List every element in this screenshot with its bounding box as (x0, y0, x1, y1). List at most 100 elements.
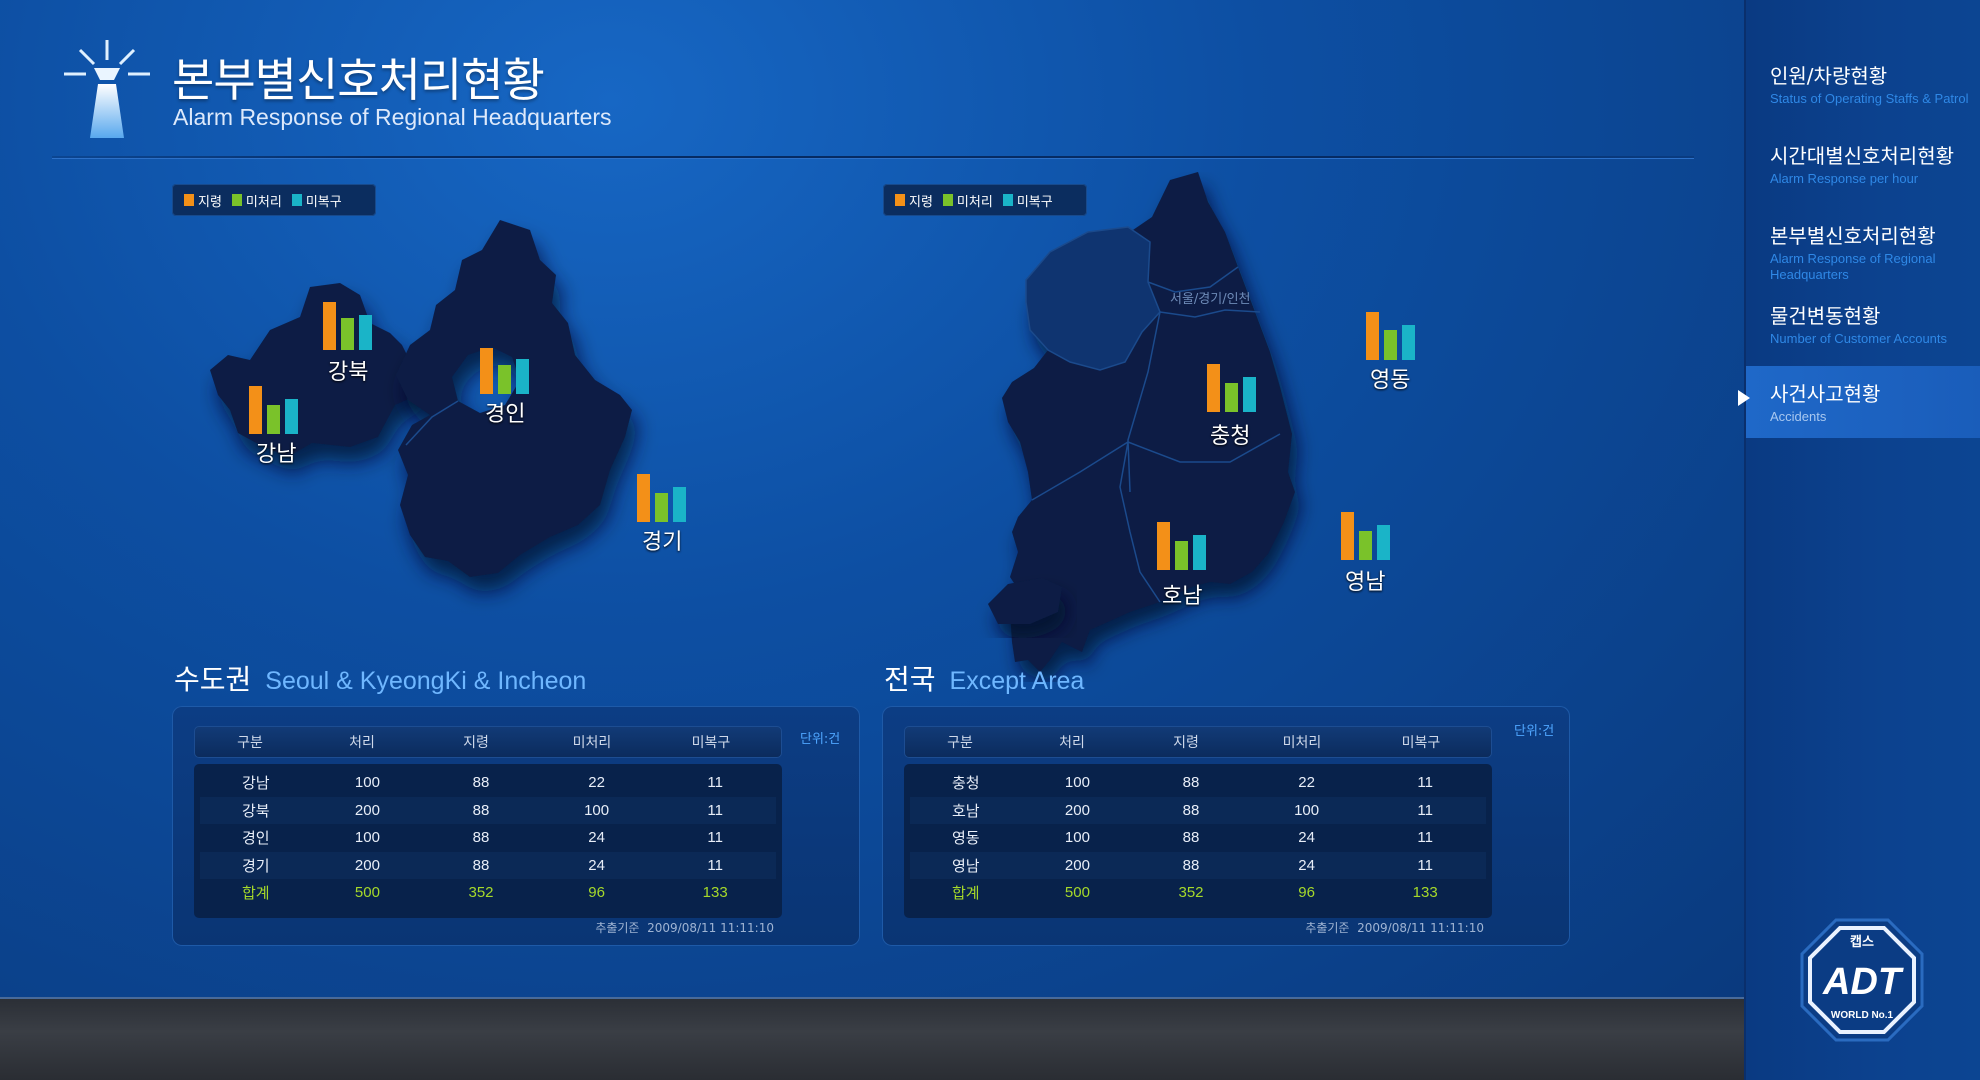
table-cell: 352 (468, 884, 494, 902)
metro-table-panel: 구분 처리 지령 미처리 미복구 단위:건 강남 100 88 22 11 강북 200 88… (172, 706, 860, 946)
table-cell: 11 (1417, 829, 1433, 847)
table-cell: 200 (354, 801, 380, 819)
table-row: 호남 200 88 100 11 (910, 796, 1486, 824)
table-cell: 88 (472, 829, 490, 847)
nav-item-hourly-response[interactable]: 시간대별신호처리현황 Alarm Response per hour (1746, 140, 1980, 187)
region-label-chungcheong: 충청 (1210, 424, 1251, 449)
section-title-en: Except Area (949, 667, 1085, 695)
table-cell: 133 (702, 884, 728, 902)
table-cell: 22 (588, 774, 605, 792)
bar-미복구 (1377, 525, 1390, 560)
table-row: 강북 200 88 100 11 (200, 796, 776, 824)
table-cell: 200 (1064, 856, 1090, 874)
bar-미처리 (267, 405, 280, 434)
legend-swatch (942, 194, 953, 206)
table-cell: 24 (1298, 856, 1315, 874)
nav-item-label: 물건변동현황 (1770, 304, 1881, 328)
bar-지령 (1207, 364, 1220, 412)
region-label-gangbuk: 강북 (328, 360, 369, 385)
table-cell: 200 (354, 856, 380, 874)
table-cell: 11 (1417, 774, 1433, 792)
table-row: 영남 200 88 24 11 (910, 851, 1486, 879)
page-subtitle: Alarm Response of Regional Headquarters (173, 104, 612, 130)
table-cell: 경인 (242, 830, 270, 848)
table-cell: 100 (1294, 801, 1320, 819)
table-cell: 호남 (952, 802, 980, 820)
table-cell: 88 (472, 774, 490, 792)
bar-미복구 (1243, 377, 1256, 412)
nav-item-sublabel: Accidents (1770, 409, 1827, 424)
table-cell: 영남 (952, 857, 980, 875)
bar-미복구 (359, 315, 372, 350)
unit-label: 단위:건 (800, 732, 841, 747)
header-cell: 구분 (947, 734, 973, 750)
table-row: 충청 100 88 22 11 (910, 769, 1486, 797)
bar-미처리 (1384, 330, 1397, 360)
adt-logo: 캡스 ADT WORLD No.1 (1800, 918, 1924, 1042)
bar-지령 (1366, 312, 1379, 360)
bar-미처리 (341, 318, 354, 350)
brand-top: 캡스 (1850, 935, 1874, 950)
header-cell: 처리 (349, 734, 375, 750)
bar-미복구 (673, 487, 686, 522)
nav-item-accidents[interactable]: 사건사고현황 Accidents (1738, 366, 1980, 438)
seoul-region-label: 서울/경기/인천 (1170, 292, 1251, 307)
gyeonggi-bars (637, 472, 693, 522)
table-header: 구분 처리 지령 미처리 미복구 (194, 726, 782, 758)
table-cell: 96 (1298, 884, 1315, 902)
table-row: 경인 100 88 24 11 (200, 824, 776, 852)
table-cell: 100 (354, 829, 380, 847)
header-divider (52, 156, 1694, 159)
table-cell: 강남 (242, 775, 270, 793)
table-cell: 100 (1064, 774, 1090, 792)
region-label-yeongnam: 영남 (1345, 570, 1386, 595)
yeongnam-bars (1341, 510, 1397, 560)
brand-tagline: WORLD No.1 (1831, 1010, 1894, 1021)
table-body: 충청 100 88 22 11 호남 200 88 100 11 영동 100 88 24 11 영남 200 8… (904, 764, 1492, 918)
table-row: 경기 200 88 24 11 (200, 851, 776, 879)
table-cell: 11 (1417, 801, 1433, 819)
nav-item-customer-accounts[interactable]: 물건변동현황 Number of Customer Accounts (1746, 300, 1980, 347)
header-cell: 미복구 (1401, 734, 1441, 750)
nav-item-staff-status[interactable]: 인원/차량현황 Status of Operating Staffs & Pat… (1746, 60, 1980, 107)
gyeongin-bars (480, 344, 536, 394)
region-label-gyeongin: 경인 (485, 402, 526, 427)
table-cell: 96 (588, 884, 605, 902)
table-cell: 100 (354, 774, 380, 792)
bar-지령 (637, 474, 650, 522)
section-title-en: Seoul & KyeongKi & Incheon (265, 667, 587, 695)
bar-지령 (323, 302, 336, 350)
header-cell: 지령 (1173, 734, 1199, 750)
table-cell: 500 (354, 884, 380, 902)
table-cell: 88 (472, 801, 490, 819)
nav-item-sublabel: Status of Operating Staffs & Patrol (1770, 91, 1969, 106)
table-cell: 11 (707, 856, 723, 874)
bar-지령 (1341, 512, 1354, 560)
legend-swatch (895, 194, 905, 206)
table-cell: 100 (1064, 829, 1090, 847)
nav-item-label: 사건사고현황 (1770, 382, 1881, 406)
nav-item-label: 인원/차량현황 (1770, 64, 1888, 88)
region-label-gyeonggi: 경기 (642, 530, 683, 555)
legend-swatch (184, 194, 194, 206)
table-cell: 88 (1182, 856, 1200, 874)
lighthouse-icon (64, 40, 150, 138)
table-cell: 11 (707, 829, 723, 847)
header-cell: 처리 (1059, 734, 1085, 750)
seoul-shape (210, 283, 425, 457)
table-cell: 500 (1064, 884, 1090, 902)
nav-item-sublabel: Number of Customer Accounts (1770, 331, 1948, 346)
table-cell: 22 (1298, 774, 1315, 792)
table-body: 강남 100 88 22 11 강북 200 88 100 11 경인 100 88 24 11 경기 200 8… (194, 764, 782, 918)
bar-미복구 (516, 359, 529, 394)
header-cell: 지령 (463, 734, 489, 750)
table-total-row: 합계 500 352 96 133 (200, 879, 776, 907)
section-title-ko: 전국 (884, 663, 936, 696)
bar-지령 (1157, 522, 1170, 570)
unit-label: 단위:건 (1514, 724, 1555, 739)
bar-지령 (480, 348, 493, 394)
table-row: 영동 100 88 24 11 (910, 824, 1486, 852)
table-cell: 88 (1182, 829, 1200, 847)
table-cell: 352 (1178, 884, 1204, 902)
nav-item-regional-response[interactable]: 본부별신호처리현황 Alarm Response of Regional Hea… (1746, 220, 1946, 284)
